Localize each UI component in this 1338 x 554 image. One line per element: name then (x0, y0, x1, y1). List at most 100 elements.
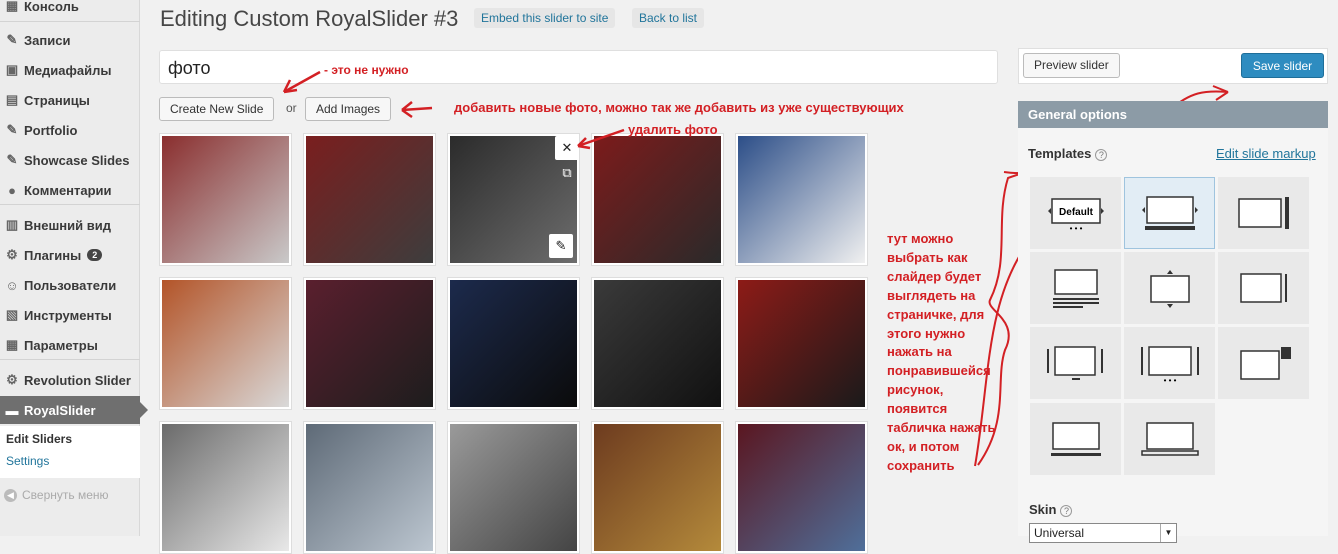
motorcycle-photo (594, 280, 721, 407)
slide-thumbnail[interactable] (591, 277, 724, 410)
annotation-hint-line: рисунок, (887, 382, 944, 398)
slide-thumbnail[interactable] (447, 421, 580, 554)
motorcycle-photo (162, 424, 289, 551)
template-option[interactable] (1030, 252, 1121, 324)
template-option[interactable] (1030, 403, 1121, 475)
annotation-hint-line: понравившейся (887, 363, 991, 379)
general-options-header[interactable]: General options (1018, 101, 1328, 128)
edit-slide-icon[interactable]: ✎ (549, 234, 573, 258)
add-images-button[interactable]: Add Images (305, 97, 392, 121)
embed-slider-button[interactable]: Embed this slider to site (474, 8, 616, 28)
sidebar-item-9[interactable]: ☺ Пользователи (0, 271, 140, 299)
admin-sidebar: ▦ Консоль ✎ Записи ▣ Медиафайлы ▤ Страницы ✎ Port… (0, 0, 148, 536)
annotation-add-photos: добавить новые фото, можно так же добави… (454, 100, 904, 115)
svg-text:• • •: • • • (1069, 224, 1082, 233)
slide-thumbnail[interactable] (159, 133, 292, 266)
sidebar-item-label: Параметры (24, 337, 98, 353)
motorcycle-photo (594, 424, 721, 551)
slide-thumbnail[interactable] (159, 277, 292, 410)
template-option[interactable] (1218, 177, 1309, 249)
slide-thumbnail[interactable] (303, 277, 436, 410)
media-icon: ▣ (5, 62, 19, 77)
sidebar-item-label: Showcase Slides (24, 152, 130, 168)
sidebar-item-6[interactable]: ● Комментарии (0, 176, 140, 204)
pin-icon: ✎ (6, 32, 18, 47)
tools-icon: ▧ (5, 307, 19, 322)
skin-help-icon[interactable]: ? (1060, 505, 1073, 517)
sidebar-item-10[interactable]: ▧ Инструменты (0, 301, 140, 329)
slide-thumbnail[interactable] (735, 421, 868, 554)
templates-text: Templates (1028, 146, 1092, 161)
sidebar-item-label: Медиафайлы (24, 62, 112, 78)
annotation-hint-line: выглядеть на (887, 287, 976, 303)
template-option[interactable] (1124, 403, 1215, 475)
slide-thumbnail[interactable] (591, 421, 724, 554)
annotation-not-needed: - это не нужно (324, 63, 409, 77)
slide-thumbnail[interactable] (735, 133, 868, 266)
template-option[interactable] (1030, 327, 1121, 399)
collapse-menu-button[interactable]: ◀ Свернуть меню (4, 488, 109, 502)
sidebar-item-5[interactable]: ✎ Showcase Slides (0, 146, 140, 174)
template-option[interactable] (1218, 252, 1309, 324)
users-icon: ☺ (5, 277, 19, 293)
sidebar-item-2[interactable]: ▣ Медиафайлы (0, 56, 140, 84)
sidebar-item-11[interactable]: ▦ Параметры (0, 331, 140, 359)
template-option[interactable] (1218, 327, 1309, 399)
portfolio-pin-icon: ✎ (6, 122, 18, 137)
motorcycle-photo (738, 136, 865, 263)
template-layout-icon (1050, 422, 1101, 456)
back-to-list-button[interactable]: Back to list (632, 8, 705, 28)
sidebar-item-label: Страницы (24, 92, 90, 108)
plugins-icon: ⚙ (6, 247, 18, 262)
chevron-down-icon: ▼ (1160, 524, 1176, 542)
template-layout-icon (1149, 270, 1190, 308)
skin-select[interactable]: Universal ▼ (1029, 523, 1177, 543)
menu-separator (0, 359, 140, 360)
motorcycle-photo (450, 424, 577, 551)
slide-thumbnail[interactable] (447, 277, 580, 410)
template-option[interactable] (1124, 177, 1215, 249)
sidebar-item-label: Записи (24, 32, 71, 48)
annotation-hint-line: этого нужно (887, 325, 966, 341)
motorcycle-photo (162, 280, 289, 407)
edit-slide-markup-link[interactable]: Edit slide markup (1216, 146, 1316, 161)
motorcycle-photo (738, 280, 865, 407)
settings-icon: ▦ (5, 337, 19, 352)
sidebar-item-0[interactable]: ▦ Консоль (0, 0, 140, 20)
sidebar-item-8[interactable]: ⚙ Плагины 2 (0, 241, 140, 269)
annotation-hint-line: тут можно (887, 231, 954, 246)
delete-slide-icon[interactable]: ✕ (555, 136, 579, 160)
submenu-settings[interactable]: Settings (6, 454, 49, 468)
skin-value: Universal (1034, 526, 1085, 540)
save-slider-button[interactable]: Save slider (1241, 53, 1324, 78)
motorcycle-photo (306, 280, 433, 407)
collapse-label: Свернуть меню (22, 488, 109, 502)
slide-thumbnail[interactable] (735, 277, 868, 410)
royalslider-icon: ▬ (5, 402, 19, 418)
template-option[interactable]: Default • • • (1030, 177, 1121, 249)
sidebar-item-4[interactable]: ✎ Portfolio (0, 116, 140, 144)
menu-separator (0, 204, 140, 205)
help-icon[interactable]: ? (1095, 149, 1108, 161)
template-layout-icon (1239, 273, 1287, 303)
template-option[interactable] (1124, 252, 1215, 324)
submenu-edit-sliders[interactable]: Edit Sliders (6, 432, 72, 446)
slide-thumbnail[interactable] (159, 421, 292, 554)
sidebar-item-1[interactable]: ✎ Записи (0, 26, 140, 54)
slider-name-input[interactable]: фото (159, 50, 998, 84)
sidebar-item-13[interactable]: ▬ RoyalSlider (0, 396, 148, 424)
comments-icon: ● (8, 182, 16, 198)
template-option[interactable]: • • • (1124, 327, 1215, 399)
create-new-slide-button[interactable]: Create New Slide (159, 97, 275, 121)
preview-slider-button[interactable]: Preview slider (1023, 53, 1120, 78)
gear-icon: ⚙ (6, 372, 18, 387)
annotation-hint-line: ок, и потом (887, 438, 960, 454)
annotation-hint-line: сохранить (887, 457, 955, 473)
sidebar-item-7[interactable]: ▥ Внешний вид (0, 211, 140, 239)
duplicate-slide-icon[interactable]: ⧉ (555, 161, 579, 185)
slide-thumbnail[interactable] (591, 133, 724, 266)
sidebar-item-12[interactable]: ⚙ Revolution Slider (0, 366, 140, 394)
slide-thumbnail[interactable] (303, 421, 436, 554)
sidebar-item-3[interactable]: ▤ Страницы (0, 86, 140, 114)
slide-thumbnail[interactable] (303, 133, 436, 266)
